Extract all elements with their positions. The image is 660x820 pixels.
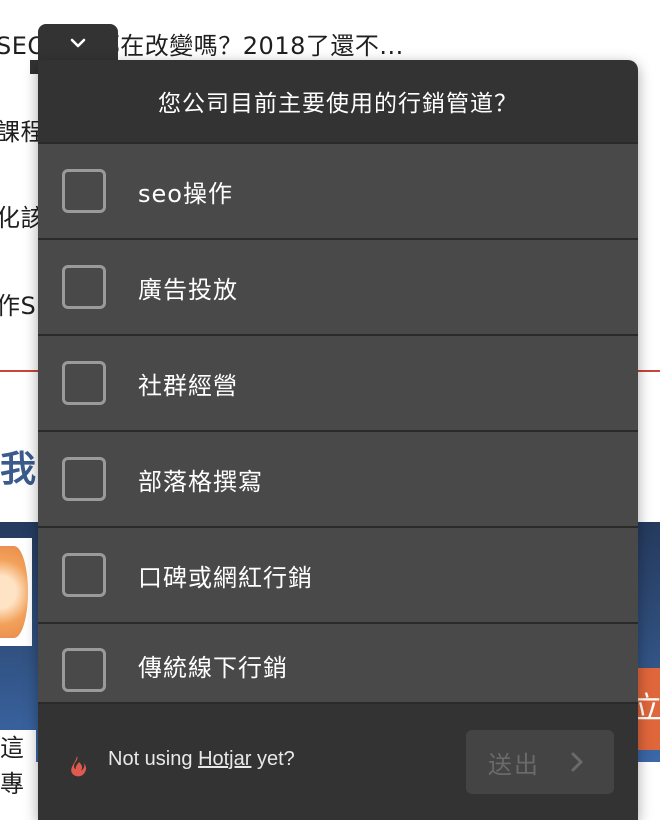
option-blog[interactable]: 部落格撰寫 bbox=[38, 432, 638, 526]
option-social[interactable]: 社群經營 bbox=[38, 336, 638, 430]
hotjar-flame-icon bbox=[71, 756, 87, 777]
option-influencer[interactable]: 口碑或網紅行銷 bbox=[38, 528, 638, 622]
hotjar-promo-text: Not using Hotjar yet? bbox=[108, 748, 295, 771]
banner-caption: 這專 bbox=[0, 730, 36, 798]
option-label: 口碑或網紅行銷 bbox=[138, 563, 313, 592]
checkbox[interactable] bbox=[62, 361, 106, 405]
checkbox[interactable] bbox=[62, 648, 106, 692]
option-label: 廣告投放 bbox=[138, 275, 238, 304]
option-offline[interactable]: 傳統線下行銷 bbox=[38, 624, 638, 704]
checkbox[interactable] bbox=[62, 553, 106, 597]
survey-question: 您公司目前主要使用的行銷管道？ bbox=[38, 60, 638, 144]
option-label: 社群經營 bbox=[138, 371, 238, 400]
survey-footer: Not using Hotjar yet? 送出 bbox=[38, 702, 638, 820]
banner-thumbnail bbox=[0, 538, 32, 646]
checkbox[interactable] bbox=[62, 169, 106, 213]
option-label: 傳統線下行銷 bbox=[138, 654, 288, 682]
footer-suffix: yet? bbox=[251, 748, 295, 770]
checkbox[interactable] bbox=[62, 457, 106, 501]
option-seo[interactable]: seo操作 bbox=[38, 144, 638, 238]
survey-widget: 您公司目前主要使用的行銷管道？ seo操作 廣告投放 社群經營 部落格撰寫 口碑… bbox=[38, 60, 638, 820]
checkbox[interactable] bbox=[62, 265, 106, 309]
banner-caption-text: 這專 bbox=[0, 734, 24, 798]
chevron-down-icon bbox=[70, 38, 86, 48]
option-label: 部落格撰寫 bbox=[138, 467, 263, 496]
submit-label: 送出 bbox=[488, 751, 540, 779]
chevron-right-icon bbox=[571, 752, 583, 772]
option-label: seo操作 bbox=[138, 179, 233, 208]
survey-options: seo操作 廣告投放 社群經營 部落格撰寫 口碑或網紅行銷 傳統線下行銷 bbox=[38, 144, 638, 704]
section-heading: 我 bbox=[0, 449, 37, 490]
option-ads[interactable]: 廣告投放 bbox=[38, 240, 638, 334]
footer-prefix: Not using bbox=[108, 748, 199, 770]
submit-button[interactable]: 送出 bbox=[466, 730, 614, 794]
hotjar-link[interactable]: Hotjar bbox=[198, 748, 251, 770]
